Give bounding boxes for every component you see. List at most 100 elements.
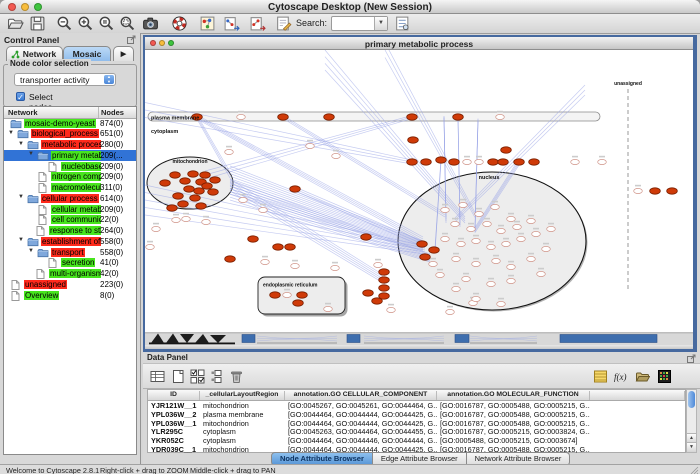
- network-node[interactable]: [196, 203, 207, 209]
- network-node[interactable]: [270, 292, 281, 298]
- network-node[interactable]: [170, 172, 181, 178]
- network-node[interactable]: [457, 241, 466, 246]
- network-node[interactable]: [502, 241, 511, 246]
- network-node[interactable]: [491, 204, 500, 209]
- network-node[interactable]: [467, 226, 476, 231]
- network-node[interactable]: [172, 217, 181, 222]
- network-node[interactable]: [529, 159, 540, 165]
- attribute-list-icon[interactable]: [593, 369, 608, 384]
- network-node[interactable]: [667, 188, 678, 194]
- network-node[interactable]: [513, 224, 522, 229]
- import-network-icon[interactable]: [223, 15, 240, 32]
- network-node[interactable]: [547, 226, 556, 231]
- tree-row[interactable]: secretion41(0): [4, 258, 136, 269]
- network-node[interactable]: [487, 281, 496, 286]
- network-node[interactable]: [290, 186, 301, 192]
- search-input[interactable]: ▼: [331, 16, 388, 31]
- network-node[interactable]: [501, 147, 512, 153]
- tree-expander-icon[interactable]: ▼: [18, 141, 24, 147]
- network-node[interactable]: [472, 238, 481, 243]
- table-row[interactable]: YKR052Ccytoplasm[GO:0044464, GO:0044446,…: [148, 436, 685, 445]
- zoom-selected-icon[interactable]: [119, 15, 136, 32]
- tree-row[interactable]: multi-organism pro42(0): [4, 269, 136, 280]
- network-node[interactable]: [225, 149, 234, 154]
- column-header[interactable]: annotation.GO CELLULAR_COMPONENT: [285, 391, 437, 400]
- network-node[interactable]: [237, 114, 246, 119]
- network-node[interactable]: [208, 189, 219, 195]
- vizmapper-icon[interactable]: [199, 15, 216, 32]
- attribute-matrix-icon[interactable]: [657, 369, 672, 384]
- network-window-titlebar[interactable]: primary metabolic process: [145, 37, 693, 50]
- network-node[interactable]: [285, 244, 296, 250]
- network-canvas[interactable]: plasma membranecytoplasmmitochondrionnuc…: [145, 50, 693, 332]
- network-node[interactable]: [446, 309, 455, 314]
- tree-expander-icon[interactable]: ▼: [28, 151, 34, 157]
- table-row[interactable]: YPL036W__1mitochondrion[GO:0044464, GO:0…: [148, 418, 685, 427]
- tree-row[interactable]: ▼transport558(0): [4, 247, 136, 258]
- new-attribute-icon[interactable]: [171, 369, 186, 384]
- network-node[interactable]: [182, 216, 191, 221]
- network-node[interactable]: [514, 159, 525, 165]
- network-node[interactable]: [259, 207, 268, 212]
- network-node[interactable]: [532, 231, 541, 236]
- network-node[interactable]: [517, 236, 526, 241]
- export-network-icon[interactable]: [249, 15, 266, 32]
- network-node[interactable]: [278, 114, 289, 120]
- tree-row[interactable]: ▼biological_process651(0): [4, 129, 136, 140]
- tree-row[interactable]: nitrogen compo209(0): [4, 172, 136, 183]
- attribute-table-icon[interactable]: [150, 369, 165, 384]
- network-node[interactable]: [498, 159, 509, 165]
- network-node[interactable]: [374, 262, 383, 267]
- network-node[interactable]: [363, 290, 374, 296]
- network-node[interactable]: [483, 221, 492, 226]
- delete-attribute-icon[interactable]: [229, 369, 244, 384]
- table-row[interactable]: YLR295Ccytoplasm[GO:0045263, GO:0044464,…: [148, 427, 685, 436]
- network-node[interactable]: [497, 228, 506, 233]
- network-node[interactable]: [496, 114, 505, 119]
- network-node[interactable]: [420, 254, 431, 260]
- network-node[interactable]: [178, 201, 189, 207]
- network-node[interactable]: [571, 159, 580, 164]
- float-panel-icon[interactable]: [127, 35, 136, 44]
- network-node[interactable]: [173, 193, 184, 199]
- network-node[interactable]: [331, 265, 340, 270]
- tree-expander-icon[interactable]: ▼: [28, 248, 34, 254]
- search-dropdown-arrow[interactable]: ▼: [374, 17, 387, 30]
- minimized-windows-strip[interactable]: [145, 332, 693, 345]
- import-attributes-icon[interactable]: [635, 369, 650, 384]
- network-node[interactable]: [210, 177, 221, 183]
- tree-row[interactable]: unassigned223(0): [4, 279, 136, 290]
- network-node[interactable]: [379, 285, 390, 291]
- column-header[interactable]: ID: [148, 391, 200, 400]
- network-node[interactable]: [225, 256, 236, 262]
- network-node[interactable]: [379, 269, 390, 275]
- network-node[interactable]: [507, 278, 516, 283]
- network-node[interactable]: [492, 258, 501, 263]
- network-node[interactable]: [417, 241, 428, 247]
- network-node[interactable]: [407, 159, 418, 165]
- network-node[interactable]: [239, 197, 248, 202]
- scroll-down-arrow[interactable]: ▼: [687, 442, 696, 452]
- network-node[interactable]: [379, 277, 390, 283]
- tree-expander-icon[interactable]: ▼: [8, 130, 14, 136]
- select-nodes-checkbox[interactable]: ✓: [16, 92, 25, 101]
- tree-row[interactable]: Overview8(0): [4, 290, 136, 301]
- snapshot-camera-icon[interactable]: [142, 15, 159, 32]
- network-node[interactable]: [200, 172, 211, 178]
- network-node[interactable]: [293, 300, 304, 306]
- network-node[interactable]: [297, 292, 308, 298]
- tree-row[interactable]: mosaic-demo-yeast874(0): [4, 118, 136, 129]
- network-node[interactable]: [188, 171, 199, 177]
- zoom-in-icon[interactable]: [77, 15, 94, 32]
- table-row[interactable]: YPL036W__2plasma membrane[GO:0044464, GO…: [148, 409, 685, 418]
- network-node[interactable]: [452, 286, 461, 291]
- network-node[interactable]: [497, 301, 506, 306]
- network-node[interactable]: [537, 271, 546, 276]
- network-node[interactable]: [180, 178, 191, 184]
- network-node[interactable]: [146, 244, 155, 249]
- network-node[interactable]: [332, 153, 341, 158]
- function-builder-icon[interactable]: f(x): [613, 369, 628, 384]
- network-node[interactable]: [361, 234, 372, 240]
- network-node[interactable]: [463, 159, 472, 164]
- network-node[interactable]: [634, 188, 643, 193]
